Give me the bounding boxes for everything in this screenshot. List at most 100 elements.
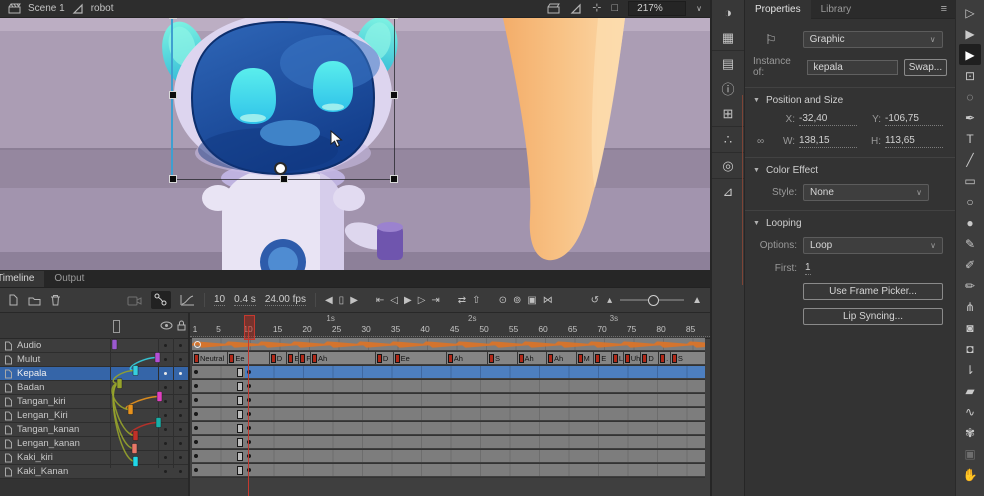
keyframe-span[interactable] (192, 422, 245, 434)
swatches-panel-icon[interactable]: ▦ (712, 25, 744, 51)
asset-warp-tool[interactable]: ▶ (959, 44, 981, 65)
visibility-dot[interactable] (164, 344, 167, 347)
width-value[interactable]: 138,15 (799, 135, 857, 148)
frame-track-kaki_kiri[interactable] (192, 450, 705, 464)
frame-track-kepala[interactable] (192, 366, 705, 380)
visibility-dot[interactable] (164, 414, 167, 417)
loop-options-dropdown[interactable]: Loop ∨ (803, 237, 943, 254)
edit-scene-icon[interactable] (8, 3, 21, 14)
breadcrumb-scene[interactable]: Scene 1 (28, 3, 65, 14)
loop-playback-button[interactable]: ⇄ (458, 295, 466, 306)
text-tool[interactable]: T (959, 128, 981, 149)
section-looping[interactable]: ▼Looping (753, 218, 947, 229)
selection-tool[interactable]: ▷ (959, 2, 981, 23)
next-frame-button[interactable]: ▷ (418, 295, 426, 306)
frame-slider-knob[interactable] (648, 295, 659, 306)
playhead-marker[interactable] (244, 315, 255, 340)
frame-track-lengan_kiri[interactable] (192, 408, 705, 422)
cc-libraries-panel-icon[interactable]: ◎ (712, 153, 744, 179)
section-position-and-size[interactable]: ▼Position and Size (753, 95, 947, 106)
hand-tool[interactable]: ✋ (959, 464, 981, 485)
clip-content-icon[interactable]: □ (611, 3, 618, 14)
keyframe-span[interactable] (192, 366, 245, 378)
selection-handle-mr[interactable] (390, 91, 398, 99)
lock-dot[interactable] (179, 372, 182, 375)
camera-tool[interactable]: ▣ (959, 443, 981, 464)
tab-properties[interactable]: Properties (745, 0, 811, 20)
lip-sync-keyframe[interactable]: Ee (286, 352, 298, 364)
layer-row-lengan_kiri[interactable]: Lengan_Kiri (0, 409, 188, 423)
selection-handle-bl[interactable] (169, 175, 177, 183)
height-value[interactable]: 113,65 (885, 135, 943, 148)
edit-symbols-icon[interactable] (72, 3, 84, 14)
motion-editor-panel-icon[interactable]: ⊿ (712, 179, 744, 204)
lip-sync-keyframe[interactable]: Ah (517, 352, 547, 364)
visibility-dot[interactable] (164, 358, 167, 361)
add-camera-button[interactable] (127, 295, 142, 306)
lip-sync-keyframe[interactable]: Ee (393, 352, 446, 364)
ink-bottle-tool[interactable]: ◘ (959, 338, 981, 359)
lip-sync-keyframe[interactable]: Ah (546, 352, 576, 364)
visibility-dot[interactable] (164, 442, 167, 445)
keyframe-span[interactable] (192, 408, 245, 420)
layer-row-kepala[interactable]: Kepala (0, 367, 188, 381)
new-layer-button[interactable] (8, 294, 19, 306)
selection-handle-bm[interactable] (280, 175, 288, 183)
frame-track-mulut[interactable]: NeutralEeDEeFAhDEeAhSAhAhMELUhD.S (192, 352, 705, 366)
reset-timeline-zoom-button[interactable]: ↺ (591, 295, 599, 306)
keyframe-span[interactable] (245, 380, 705, 392)
current-frame-value[interactable]: 10 (214, 294, 225, 306)
keyframe-span[interactable] (245, 450, 705, 462)
zoom-in-frames-button[interactable]: ▲ (692, 295, 702, 306)
visibility-dot[interactable] (164, 470, 167, 473)
lip-sync-keyframe[interactable]: D (269, 352, 287, 364)
lock-dot[interactable] (179, 456, 182, 459)
lock-dot[interactable] (179, 400, 182, 403)
fluid-brush-tool[interactable]: ✏ (959, 275, 981, 296)
onion-skin-outlines-button[interactable]: ⊚ (513, 295, 521, 306)
current-frame-indicator[interactable]: ▯ (339, 295, 345, 306)
keyframe-span[interactable] (192, 436, 245, 448)
previous-frame-button[interactable]: ◁ (390, 295, 398, 306)
subselection-tool[interactable]: ▶ (959, 23, 981, 44)
zoom-out-frames-button[interactable]: ▴ (607, 295, 612, 306)
style-dropdown[interactable]: None ∨ (803, 184, 929, 201)
lip-sync-keyframe[interactable]: L (611, 352, 623, 364)
stage-canvas[interactable] (0, 18, 710, 270)
tab-timeline[interactable]: Timeline (0, 271, 44, 287)
line-tool[interactable]: ╱ (959, 149, 981, 170)
frame-view-slider[interactable] (620, 299, 684, 301)
lock-dot[interactable] (179, 470, 182, 473)
lip-sync-keyframe[interactable]: D (640, 352, 658, 364)
oval-tool[interactable]: ○ (959, 191, 981, 212)
eraser-tool[interactable]: ▰ (959, 380, 981, 401)
elapsed-time-value[interactable]: 0.4 s (234, 294, 256, 306)
frame-track-audio[interactable] (192, 338, 705, 352)
lip-sync-keyframe[interactable]: Ah (310, 352, 375, 364)
onion-skin-button[interactable]: ⊙ (499, 295, 507, 306)
swap-button[interactable]: Swap... (904, 59, 947, 76)
visibility-column-icon[interactable] (160, 321, 173, 330)
keyframe-span[interactable] (245, 422, 705, 434)
layer-row-kaki_kanan[interactable]: Kaki_Kanan (0, 465, 188, 479)
lock-column-icon[interactable] (177, 320, 186, 331)
selection-handle-tm[interactable] (280, 18, 288, 19)
keyframe-span[interactable] (245, 436, 705, 448)
lasso-tool[interactable]: ◌ (959, 86, 981, 107)
section-color-effect[interactable]: ▼Color Effect (753, 165, 947, 176)
step-back-button[interactable]: ◀ (325, 295, 333, 306)
selection-handle-tl[interactable] (169, 18, 177, 19)
go-to-first-frame-button[interactable]: ⇤ (376, 295, 384, 306)
visibility-dot[interactable] (164, 386, 167, 389)
transformation-point[interactable] (274, 162, 287, 175)
pencil-tool[interactable]: ✎ (959, 233, 981, 254)
layer-row-badan[interactable]: Badan (0, 381, 188, 395)
visibility-dot[interactable] (164, 400, 167, 403)
panel-menu-icon[interactable]: ≡ (941, 3, 947, 15)
lip-sync-keyframe[interactable]: F (298, 352, 310, 364)
stage-zoom-input[interactable]: 217% (628, 1, 686, 16)
lock-dot[interactable] (179, 428, 182, 431)
layer-row-lengan_kanan[interactable]: Lengan_kanan (0, 437, 188, 451)
lip-sync-keyframe[interactable]: Ah (446, 352, 487, 364)
selection-handle-ml[interactable] (169, 91, 177, 99)
